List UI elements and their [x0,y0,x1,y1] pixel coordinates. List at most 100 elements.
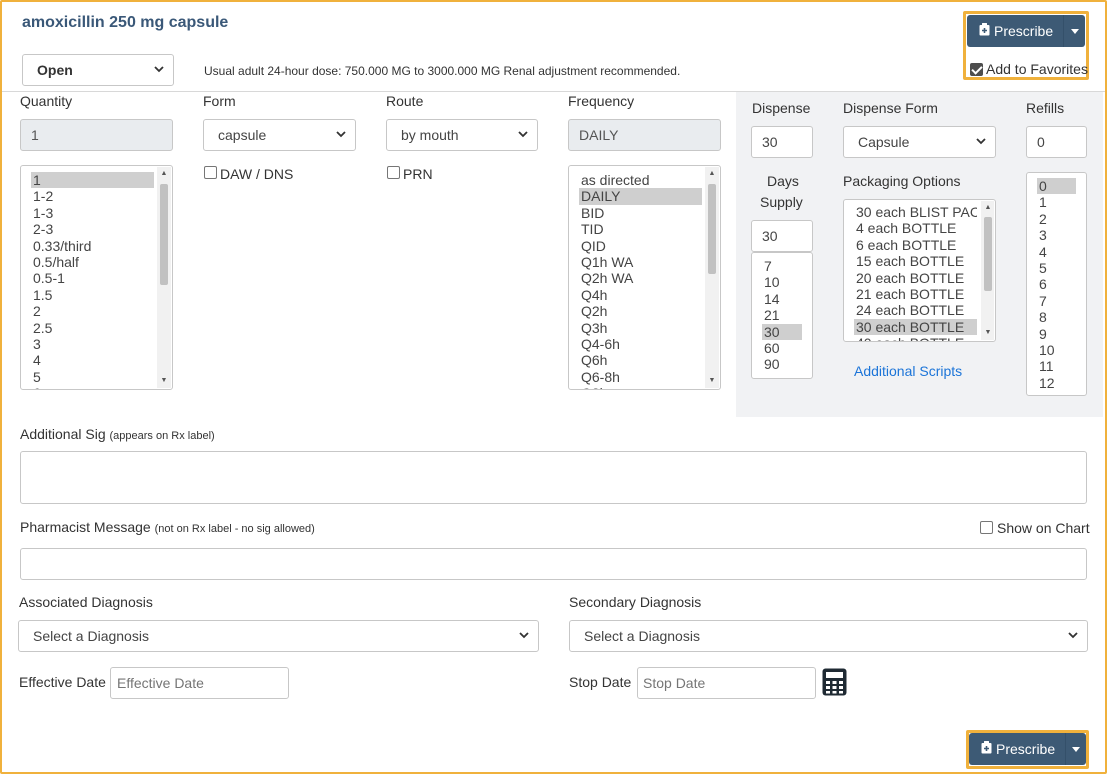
refills-option[interactable]: 11 [1037,358,1076,374]
caret-down-icon [1072,746,1081,752]
frequency-field[interactable]: DAILY [568,119,721,151]
quantity-option[interactable]: 5 [31,369,154,385]
refills-option[interactable]: 1 [1037,194,1076,210]
frequency-option[interactable]: Q6h [579,352,702,368]
frequency-option[interactable]: DAILY [579,188,702,205]
packaging-option[interactable]: 24 each BOTTLE [854,302,977,318]
frequency-scrollbar[interactable]: ▲ ▼ [705,167,719,388]
frequency-option[interactable]: Q1h WA [579,254,702,270]
frequency-option[interactable]: Q2h WA [579,270,702,286]
form-select-value: capsule [218,127,267,143]
days-supply-option[interactable]: 21 [762,307,802,323]
refills-option[interactable]: 8 [1037,309,1076,325]
prescribe-dropdown-top[interactable] [1063,15,1085,47]
show-on-chart-checkbox[interactable] [980,521,993,534]
chevron-down-icon [1067,621,1079,651]
days-supply-option[interactable]: 30 [762,323,802,340]
dispense-form-select[interactable]: Capsule [843,126,996,158]
associated-diagnosis-select[interactable]: Select a Diagnosis [18,620,539,652]
packaging-scrollbar[interactable]: ▲ ▼ [981,201,994,340]
frequency-option[interactable]: Q4h [579,287,702,303]
packaging-option[interactable]: 30 each BLIST PACK [854,204,977,220]
quantity-option[interactable]: 1-3 [31,205,154,221]
packaging-listbox[interactable]: 30 each BLIST PACK 4 each BOTTLE 6 each BO… [843,199,996,342]
refills-option[interactable]: 0 [1037,178,1076,195]
refills-option[interactable]: 4 [1037,244,1076,260]
quantity-option[interactable]: 2 [31,303,154,319]
frequency-option[interactable]: TID [579,221,702,237]
frequency-option[interactable]: Q4-6h [579,336,702,352]
form-select[interactable]: capsule [203,119,356,151]
quantity-option[interactable]: 2-3 [31,221,154,237]
dispense-field[interactable]: 30 [751,126,813,158]
frequency-option[interactable]: as directed [579,172,702,188]
daw-dns-checkbox[interactable] [204,166,217,179]
status-select[interactable]: Open [22,54,174,86]
route-select[interactable]: by mouth [386,119,538,151]
refills-option[interactable]: 5 [1037,260,1076,276]
days-supply-field[interactable]: 30 [751,220,813,252]
packaging-option[interactable]: 21 each BOTTLE [854,286,977,302]
refills-option[interactable]: 12 [1037,375,1076,391]
packaging-option[interactable]: 40 each BOTTLE [854,335,977,341]
refills-option[interactable]: 9 [1037,326,1076,342]
prescribe-label: Prescribe [994,23,1054,39]
pharmacist-message-input[interactable] [20,548,1087,580]
quantity-option[interactable]: 6 [31,385,154,389]
effective-date-input[interactable] [110,667,289,699]
quantity-field[interactable]: 1 [20,119,173,151]
prescribe-button-bottom[interactable]: Prescribe [969,733,1065,765]
secondary-diagnosis-value: Select a Diagnosis [584,628,700,644]
refills-option[interactable]: 10 [1037,342,1076,358]
secondary-diagnosis-select[interactable]: Select a Diagnosis [569,620,1088,652]
packaging-option[interactable]: 20 each BOTTLE [854,270,977,286]
prescribe-dropdown-bottom[interactable] [1065,733,1086,765]
packaging-option[interactable]: 4 each BOTTLE [854,220,977,236]
refills-option[interactable]: 7 [1037,293,1076,309]
packaging-option[interactable]: 30 each BOTTLE [854,318,977,336]
additional-sig-label: Additional Sig (appears on Rx label) [20,426,215,442]
refills-listbox[interactable]: 0 1 2 3 4 5 6 7 8 9 10 11 12 [1026,172,1087,396]
quantity-option[interactable]: 3 [31,336,154,352]
stop-date-input[interactable] [637,667,816,699]
refills-field[interactable]: 0 [1026,126,1087,158]
quantity-option[interactable]: 1 [31,172,154,189]
days-supply-option[interactable]: 90 [762,356,802,372]
frequency-option[interactable]: Q3h [579,320,702,336]
prescribe-label: Prescribe [996,741,1056,757]
days-supply-option[interactable]: 10 [762,274,802,290]
frequency-listbox[interactable]: as directed DAILY BID TID QID Q1h WA Q2h WA Q4h… [568,165,721,390]
refills-option[interactable]: 6 [1037,276,1076,292]
drug-title: amoxicillin 250 mg capsule [22,14,229,31]
quantity-option[interactable]: 0.33/third [31,238,154,254]
add-to-favorites-checkbox[interactable] [970,63,983,76]
quantity-listbox[interactable]: 1 1-2 1-3 2-3 0.33/third 0.5/half 0.5-1 1.5 2 2.5… [20,165,173,390]
prn-checkbox[interactable] [387,166,400,179]
additional-sig-input[interactable] [20,451,1087,504]
additional-scripts-link[interactable]: Additional Scripts [854,363,962,379]
packaging-option[interactable]: 15 each BOTTLE [854,253,977,269]
frequency-option[interactable]: BID [579,205,702,221]
days-supply-option[interactable]: 14 [762,291,802,307]
frequency-option[interactable]: QID [579,238,702,254]
quantity-option[interactable]: 1-2 [31,188,154,204]
packaging-option[interactable]: 6 each BOTTLE [854,237,977,253]
quantity-option[interactable]: 0.5/half [31,254,154,270]
frequency-option[interactable]: Q6-8h [579,369,702,385]
refills-option[interactable]: 3 [1037,227,1076,243]
calculator-icon[interactable] [822,668,847,699]
refills-option[interactable]: 2 [1037,211,1076,227]
quantity-option[interactable]: 4 [31,352,154,368]
days-supply-option[interactable]: 60 [762,340,802,356]
frequency-option[interactable]: Q2h [579,303,702,319]
quantity-option[interactable]: 2.5 [31,320,154,336]
caret-down-icon [1070,28,1079,34]
dispense-label: Dispense [752,100,811,116]
days-supply-listbox[interactable]: 7 10 14 21 30 60 90 [751,252,813,379]
quantity-option[interactable]: 1.5 [31,287,154,303]
days-supply-option[interactable]: 7 [762,258,802,274]
quantity-scrollbar[interactable]: ▲ ▼ [157,167,171,388]
quantity-option[interactable]: 0.5-1 [31,270,154,286]
frequency-option[interactable]: Q8h [579,385,702,389]
prescribe-button-top[interactable]: Prescribe [967,15,1063,47]
